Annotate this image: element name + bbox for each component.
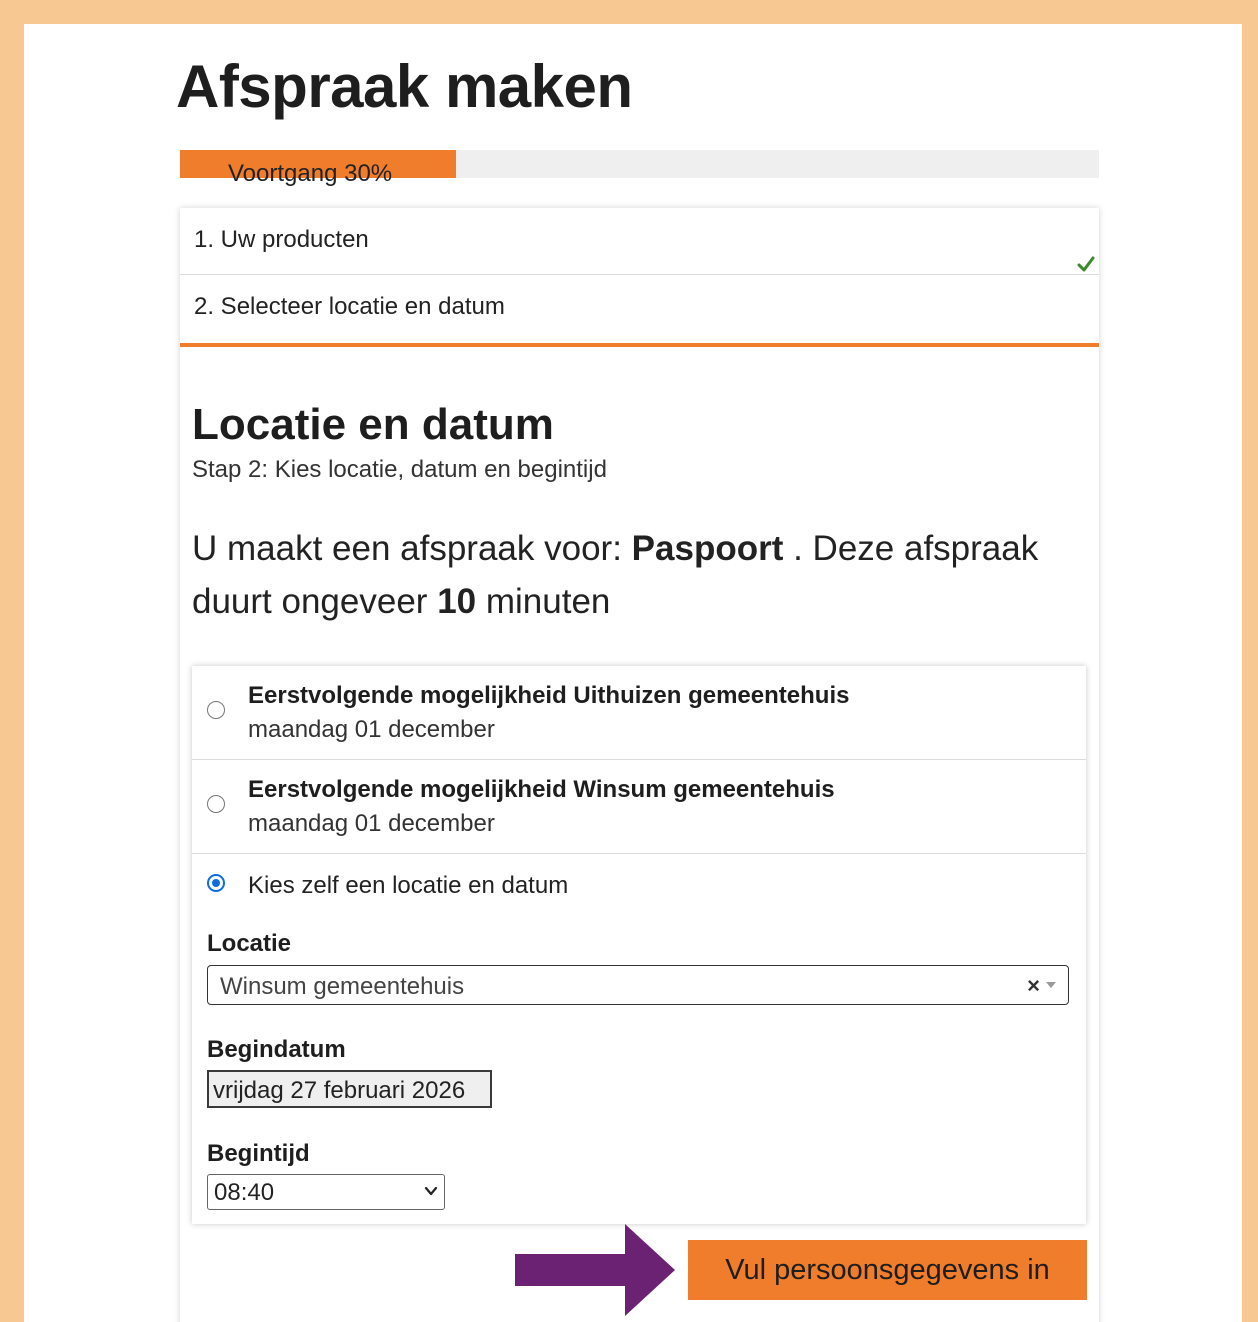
clear-icon[interactable]: × — [1027, 973, 1040, 999]
check-icon — [1077, 256, 1095, 272]
section-title: Locatie en datum — [192, 400, 554, 449]
section-subtitle: Stap 2: Kies locatie, datum en begintijd — [192, 456, 607, 483]
option-title: Eerstvolgende mogelijkheid Winsum gemeen… — [248, 776, 835, 803]
arrow-right-icon — [515, 1224, 675, 1316]
summary-duration: 10 — [437, 582, 477, 621]
step-location-date[interactable]: 2. Selecteer locatie en datum — [180, 275, 1099, 347]
start-date-value: vrijdag 27 februari 2026 — [213, 1077, 466, 1104]
option-choose-own-label[interactable]: Kies zelf een locatie en datum — [248, 872, 568, 900]
location-value: Winsum gemeentehuis — [220, 973, 465, 1000]
progress-bar: Voortgang 30% — [180, 150, 1099, 187]
option-winsum[interactable]: Eerstvolgende mogelijkheid Winsum gemeen… — [192, 760, 1086, 854]
time-label: Begintijd — [207, 1140, 310, 1167]
progress-label: Voortgang 30% — [228, 160, 393, 187]
date-label: Begindatum — [207, 1036, 346, 1063]
start-date-input[interactable]: vrijdag 27 februari 2026 — [207, 1070, 492, 1108]
wizard-card: 1. Uw producten 2. Selecteer locatie en … — [180, 208, 1099, 1322]
location-label: Locatie — [207, 930, 292, 957]
step-label: 1. Uw producten — [194, 226, 369, 253]
step-products[interactable]: 1. Uw producten — [180, 208, 1099, 275]
radio-uithuizen[interactable] — [207, 701, 225, 719]
start-time-value: 08:40 — [214, 1179, 275, 1206]
option-date: maandag 01 december — [248, 810, 495, 837]
start-time-select[interactable]: 08:40 — [207, 1174, 445, 1210]
option-date: maandag 01 december — [248, 716, 495, 743]
caret-down-icon[interactable] — [1046, 982, 1056, 988]
location-options: Eerstvolgende mogelijkheid Uithuizen gem… — [192, 666, 1086, 1224]
radio-winsum[interactable] — [207, 795, 225, 813]
page-frame: Afspraak maken Voortgang 30% 1. Uw produ… — [24, 24, 1242, 1322]
location-select[interactable]: Winsum gemeentehuis × — [207, 965, 1069, 1005]
summary-product: Paspoort — [631, 529, 784, 568]
summary-prefix: U maakt een afspraak voor: — [192, 529, 622, 568]
option-uithuizen[interactable]: Eerstvolgende mogelijkheid Uithuizen gem… — [192, 666, 1086, 760]
continue-personal-details-button[interactable]: Vul persoonsgegevens in — [688, 1240, 1087, 1300]
page-title: Afspraak maken — [176, 53, 633, 120]
chevron-down-icon — [424, 1186, 438, 1196]
step-label: 2. Selecteer locatie en datum — [194, 293, 505, 320]
option-title: Eerstvolgende mogelijkheid Uithuizen gem… — [248, 682, 850, 709]
appointment-summary: U maakt een afspraak voor: Paspoort . De… — [192, 522, 1092, 628]
summary-suffix: minuten — [485, 582, 611, 621]
radio-choose-own[interactable] — [207, 874, 225, 892]
